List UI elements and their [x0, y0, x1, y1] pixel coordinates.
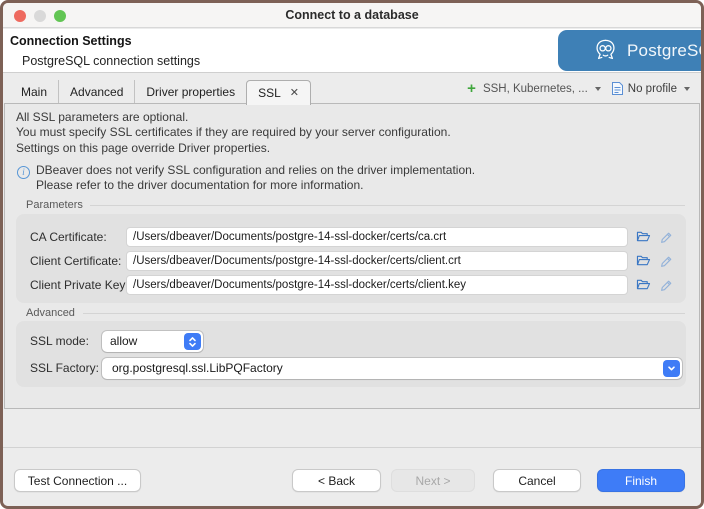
driver-info-message: i DBeaver does not verify SSL configurat…: [17, 163, 475, 194]
ca-certificate-label: CA Certificate:: [30, 230, 107, 244]
client-certificate-label: Client Certificate:: [30, 254, 121, 268]
cancel-button[interactable]: Cancel: [493, 469, 581, 492]
no-profile-button[interactable]: No profile: [628, 83, 677, 95]
edit-pencil-icon[interactable]: [659, 230, 673, 249]
ssh-kubernetes-button[interactable]: SSH, Kubernetes, ...: [483, 83, 588, 95]
ssl-mode-select[interactable]: allow: [102, 331, 203, 352]
chevron-down-icon[interactable]: [595, 87, 601, 91]
dialog-footer: Test Connection ... < Back Next > Cancel…: [3, 447, 701, 506]
plus-icon: +: [467, 81, 476, 96]
advanced-group-label: Advanced: [26, 307, 75, 319]
popup-chevrons-icon[interactable]: [184, 333, 201, 350]
tab-ssl[interactable]: SSL ✕: [246, 80, 311, 105]
edit-pencil-icon[interactable]: [659, 278, 673, 297]
test-connection-button[interactable]: Test Connection ...: [14, 469, 141, 492]
browse-folder-icon[interactable]: [636, 254, 651, 272]
tab-driver-properties[interactable]: Driver properties: [135, 80, 246, 104]
client-private-key-label: Client Private Key:: [30, 278, 129, 292]
parameters-group: CA Certificate: Client Certificate:: [16, 214, 686, 303]
tab-bar: Main Advanced Driver properties SSL ✕ + …: [4, 73, 700, 104]
traffic-lights: [14, 10, 66, 22]
postgresql-logo-label: PostgreSQL: [627, 41, 704, 61]
client-certificate-input[interactable]: [126, 251, 628, 271]
window-title: Connect to a database: [3, 3, 701, 28]
dialog-header: Connection Settings PostgreSQL connectio…: [3, 29, 701, 73]
note-line: Settings on this page override Driver pr…: [16, 141, 451, 156]
info-icon: i: [17, 166, 30, 179]
tab-close-icon[interactable]: ✕: [290, 88, 299, 99]
note-line: You must specify SSL certificates if the…: [16, 125, 451, 140]
postgresql-elephant-icon: [592, 37, 619, 64]
connect-dialog: Connect to a database Connection Setting…: [0, 0, 704, 509]
ssl-tab-panel: All SSL parameters are optional. You mus…: [4, 103, 700, 409]
page-subtitle: PostgreSQL connection settings: [22, 54, 200, 68]
zoom-window-button[interactable]: [54, 10, 66, 22]
client-certificate-row: Client Certificate:: [16, 251, 686, 271]
postgresql-logo: PostgreSQL: [558, 30, 704, 71]
ssl-factory-combo[interactable]: org.postgresql.ssl.LibPQFactory: [102, 358, 682, 379]
note-line: All SSL parameters are optional.: [16, 110, 451, 125]
ssl-factory-label: SSL Factory:: [30, 361, 99, 375]
edit-pencil-icon[interactable]: [659, 254, 673, 273]
back-button[interactable]: < Back: [292, 469, 381, 492]
client-private-key-row: Client Private Key:: [16, 275, 686, 295]
tab-main[interactable]: Main: [10, 80, 59, 104]
ssl-mode-label: SSL mode:: [30, 334, 89, 348]
parameters-group-label: Parameters: [26, 199, 83, 211]
close-window-button[interactable]: [14, 10, 26, 22]
client-private-key-input[interactable]: [126, 275, 628, 295]
next-button: Next >: [391, 469, 475, 492]
ca-certificate-row: CA Certificate:: [16, 227, 686, 247]
group-divider: [83, 313, 685, 314]
page-title: Connection Settings: [10, 34, 132, 48]
info-line: DBeaver does not verify SSL configuratio…: [36, 163, 475, 178]
profile-document-icon: [611, 81, 624, 96]
chevron-down-icon[interactable]: [684, 87, 690, 91]
browse-folder-icon[interactable]: [636, 278, 651, 296]
group-divider: [90, 205, 685, 206]
minimize-window-button[interactable]: [34, 10, 46, 22]
browse-folder-icon[interactable]: [636, 230, 651, 248]
ssl-factory-value: org.postgresql.ssl.LibPQFactory: [102, 358, 682, 379]
ca-certificate-input[interactable]: [126, 227, 628, 247]
finish-button[interactable]: Finish: [597, 469, 685, 492]
combo-chevron-down-icon[interactable]: [663, 360, 680, 377]
tab-advanced[interactable]: Advanced: [59, 80, 135, 104]
advanced-group: SSL mode: allow SSL Factory: org.postgre…: [16, 321, 686, 387]
tabbar-right-controls: + SSH, Kubernetes, ... No profile: [467, 81, 693, 96]
ssl-notes: All SSL parameters are optional. You mus…: [16, 110, 451, 156]
titlebar: Connect to a database: [3, 3, 701, 28]
info-line: Please refer to the driver documentation…: [36, 178, 475, 193]
